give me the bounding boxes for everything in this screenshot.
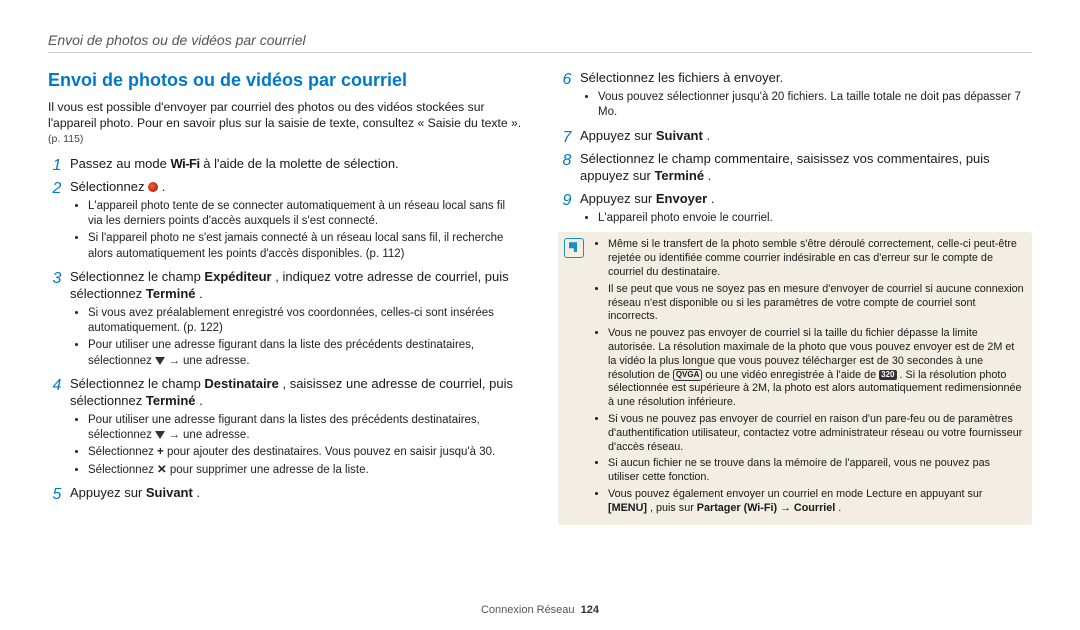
step-9-bold-send: Envoyer <box>656 191 707 206</box>
step-6: Sélectionnez les fichiers à envoyer. Vou… <box>558 69 1032 121</box>
step-9-notes: L'appareil photo envoie le courriel. <box>580 211 1032 226</box>
steps-list-right: Sélectionnez les fichiers à envoyer. Vou… <box>558 69 1032 226</box>
step-1-text-b: à l'aide de la molette de sélection. <box>203 156 398 171</box>
step-3-note-2: Pour utiliser une adresse figurant dans … <box>88 338 522 368</box>
info-note-box: Même si le transfert de la photo semble … <box>558 232 1032 524</box>
step-3: Sélectionnez le champ Expéditeur , indiq… <box>48 268 522 369</box>
step-9-note-1: L'appareil photo envoie le courriel. <box>598 211 1032 226</box>
intro-ref: (p. 115) <box>48 133 522 147</box>
right-column: Sélectionnez les fichiers à envoyer. Vou… <box>558 69 1032 598</box>
note-item-2: Il se peut que vous ne soyez pas en mesu… <box>608 283 1024 324</box>
step-4-text-c: . <box>199 393 203 408</box>
step-3-text-c: . <box>199 286 203 301</box>
step-4-note-3: Sélectionnez ✕ pour supprimer une adress… <box>88 463 522 478</box>
step-9: Appuyez sur Envoyer . L'appareil photo e… <box>558 190 1032 226</box>
step-2-note-1: L'appareil photo tente de se connecter a… <box>88 199 522 229</box>
step-4-note-1: Pour utiliser une adresse figurant dans … <box>88 413 522 443</box>
section-title: Envoi de photos ou de vidéos par courrie… <box>48 69 522 93</box>
step-3-text-a: Sélectionnez le champ <box>70 269 204 284</box>
step-2-notes: L'appareil photo tente de se connecter a… <box>70 199 522 262</box>
step-6-note-1: Vous pouvez sélectionner jusqu'à 20 fich… <box>598 90 1032 120</box>
step-8-bold-done: Terminé <box>654 168 704 183</box>
step-4-text-a: Sélectionnez le champ <box>70 376 204 391</box>
intro-text: Il vous est possible d'envoyer par courr… <box>48 99 522 131</box>
page-number: 124 <box>581 604 599 616</box>
step-4-bold-recipient: Destinataire <box>204 376 278 391</box>
step-7-bold-next: Suivant <box>656 128 703 143</box>
step-2-text-a: Sélectionnez <box>70 179 148 194</box>
step-4: Sélectionnez le champ Destinataire , sai… <box>48 375 522 478</box>
email-app-icon <box>148 182 158 192</box>
wifi-icon: Wi-Fi <box>170 156 199 171</box>
step-2-text-b: . <box>162 179 166 194</box>
triangle-down-icon <box>155 431 165 439</box>
share-wifi-label: Partager (Wi-Fi) <box>697 502 777 514</box>
courriel-label: Courriel <box>794 502 835 514</box>
step-8: Sélectionnez le champ commentaire, saisi… <box>558 150 1032 184</box>
step-3-bold-done: Terminé <box>146 286 196 301</box>
page-footer: Connexion Réseau 124 <box>48 604 1032 616</box>
close-icon: ✕ <box>157 464 167 476</box>
step-4-bold-done: Terminé <box>146 393 196 408</box>
step-5-bold-next: Suivant <box>146 485 193 500</box>
menu-label: [MENU] <box>608 502 647 514</box>
step-2-note-2: Si l'appareil photo ne s'est jamais conn… <box>88 231 522 261</box>
running-head: Envoi de photos ou de vidéos par courrie… <box>48 32 1032 53</box>
two-column-layout: Envoi de photos ou de vidéos par courrie… <box>48 69 1032 598</box>
manual-page: Envoi de photos ou de vidéos par courrie… <box>0 0 1080 630</box>
footer-section: Connexion Réseau <box>481 604 575 616</box>
note-item-5: Si aucun fichier ne se trouve dans la mé… <box>608 457 1024 485</box>
step-1-text-a: Passez au mode <box>70 156 170 171</box>
note-list: Même si le transfert de la photo semble … <box>592 238 1024 518</box>
triangle-down-icon <box>155 357 165 365</box>
note-item-6: Vous pouvez également envoyer un courrie… <box>608 488 1024 516</box>
left-column: Envoi de photos ou de vidéos par courrie… <box>48 69 522 598</box>
step-3-bold-sender: Expéditeur <box>204 269 271 284</box>
step-7: Appuyez sur Suivant . <box>558 127 1032 144</box>
steps-list-left: Passez au mode Wi-Fi à l'aide de la mole… <box>48 155 522 501</box>
step-1: Passez au mode Wi-Fi à l'aide de la mole… <box>48 155 522 172</box>
note-item-1: Même si le transfert de la photo semble … <box>608 238 1024 279</box>
step-5: Appuyez sur Suivant . <box>48 484 522 501</box>
step-2: Sélectionnez . L'appareil photo tente de… <box>48 178 522 262</box>
note-item-3: Vous ne pouvez pas envoyer de courriel s… <box>608 327 1024 410</box>
res-320-icon: 320 <box>879 370 896 380</box>
step-4-notes: Pour utiliser une adresse figurant dans … <box>70 413 522 478</box>
step-3-notes: Si vous avez préalablement enregistré vo… <box>70 306 522 369</box>
step-4-note-2: Sélectionnez + pour ajouter des destinat… <box>88 445 522 460</box>
qvga-icon: QVGA <box>673 369 703 381</box>
plus-icon: + <box>157 446 164 458</box>
note-item-4: Si vous ne pouvez pas envoyer de courrie… <box>608 413 1024 454</box>
note-icon <box>564 238 584 258</box>
step-3-note-1: Si vous avez préalablement enregistré vo… <box>88 306 522 336</box>
step-6-notes: Vous pouvez sélectionner jusqu'à 20 fich… <box>580 90 1032 120</box>
